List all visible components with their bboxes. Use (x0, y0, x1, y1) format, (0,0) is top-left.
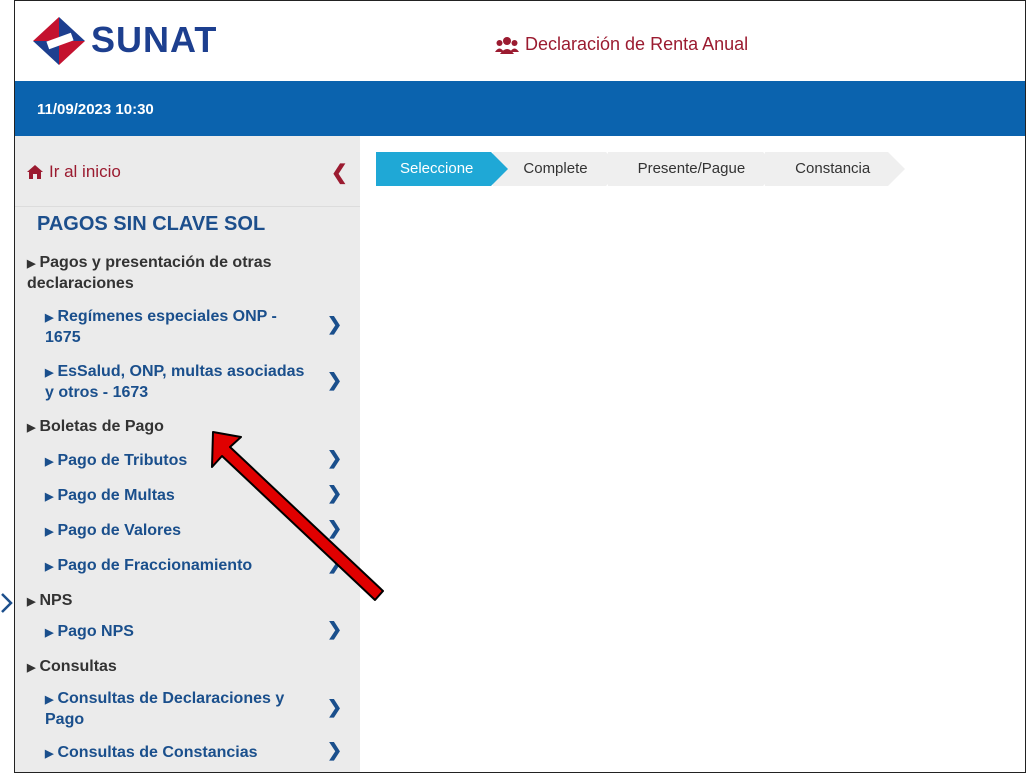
menu-item-pago-multas[interactable]: ▶ Pago de Multas (15, 486, 360, 507)
caret-right-icon: ▶ (45, 491, 54, 503)
menu-item-label: Pagos y presentación de otras declaracio… (27, 254, 272, 292)
home-link[interactable]: Ir al inicio (27, 162, 121, 182)
menu-item-label: Pago de Valores (57, 522, 182, 539)
menu-item-pago-tributos[interactable]: ▶ Pago de Tributos (15, 451, 360, 472)
menu-item-label: NPS (39, 592, 73, 609)
caret-right-icon: ▶ (45, 312, 54, 324)
logo-diamond-icon (33, 17, 85, 65)
menu-item-consultas-constancias[interactable]: ▶ Consultas de Constancias (15, 743, 360, 764)
app-title-text: Declaración de Renta Anual (525, 34, 749, 54)
menu-item-pago-nps[interactable]: ▶ Pago NPS (15, 622, 360, 643)
step-complete[interactable]: Complete (493, 152, 623, 186)
menu-item-pagos-presentacion[interactable]: ▶ Pagos y presentación de otras declaraci… (15, 253, 360, 293)
caret-right-icon: ▶ (27, 258, 36, 270)
caret-right-icon: ▶ (45, 627, 54, 639)
menu-item-label: Pago de Fraccionamiento (57, 557, 253, 574)
chevron-right-icon[interactable]: ❯ (327, 518, 342, 539)
step-seleccione[interactable]: Seleccione (376, 152, 509, 186)
chevron-right-icon[interactable]: ❯ (327, 370, 342, 391)
chevron-right-icon (1, 593, 13, 613)
caret-right-icon: ▶ (27, 596, 36, 608)
datetime: 11/09/2023 10:30 (37, 101, 154, 118)
caret-right-icon: ▶ (45, 456, 54, 468)
header: SUNAT Declaración de Renta Anual (15, 1, 1025, 81)
home-row: Ir al inicio ❮ (15, 136, 360, 207)
menu-item-pago-valores[interactable]: ▶ Pago de Valores (15, 521, 360, 542)
chevron-right-icon[interactable]: ❯ (327, 740, 342, 761)
app-title: Declaración de Renta Anual (495, 34, 748, 55)
collapse-sidebar-button[interactable]: ❮ (331, 160, 348, 185)
menu-item-pago-fraccionamiento[interactable]: ▶ Pago de Fraccionamiento (15, 556, 360, 577)
step-presente-pague[interactable]: Presente/Pague (607, 152, 780, 186)
users-icon (495, 36, 519, 54)
menu-item-label: Pago de Tributos (57, 452, 188, 469)
menu-item-label: EsSalud, ONP, multas asociadas y otros -… (45, 363, 305, 401)
caret-right-icon: ▶ (45, 748, 54, 760)
menu-item-label: Regímenes especiales ONP - 1675 (45, 308, 277, 346)
app-window: SUNAT Declaración de Renta Anual 11/09/2… (14, 0, 1026, 773)
menu-item-label: Pago NPS (57, 623, 134, 640)
menu-item-label: Boletas de Pago (39, 418, 164, 435)
caret-right-icon: ▶ (45, 694, 54, 706)
status-bar: 11/09/2023 10:30 (15, 81, 1025, 136)
caret-right-icon: ▶ (27, 662, 36, 674)
menu-item-consultas[interactable]: ▶ Consultas (15, 657, 360, 678)
caret-right-icon: ▶ (45, 526, 54, 538)
sidebar: Ir al inicio ❮ PAGOS SIN CLAVE SOL ▶ Pago… (15, 136, 361, 772)
caret-right-icon: ▶ (27, 422, 36, 434)
chevron-right-icon[interactable]: ❯ (327, 483, 342, 504)
menu-item-boletas[interactable]: ▶ Boletas de Pago (15, 417, 360, 438)
menu-item-regimenes-onp[interactable]: ▶ Regímenes especiales ONP - 1675 (15, 307, 315, 347)
step-constancia[interactable]: Constancia (765, 152, 906, 186)
menu-item-label: Consultas (39, 658, 117, 675)
menu-item-label: Pago de Multas (57, 487, 175, 504)
caret-right-icon: ▶ (45, 561, 54, 573)
home-icon (27, 165, 43, 179)
menu-item-nps[interactable]: ▶ NPS (15, 591, 360, 612)
home-label: Ir al inicio (49, 162, 121, 181)
chevron-right-icon[interactable]: ❯ (327, 697, 342, 718)
wizard-steps: Seleccione Complete Presente/Pague Const… (376, 152, 906, 186)
section-title: PAGOS SIN CLAVE SOL (37, 213, 266, 235)
chevron-right-icon[interactable]: ❯ (327, 448, 342, 469)
chevron-right-icon[interactable]: ❯ (327, 553, 342, 574)
menu-item-label: Consultas de Constancias (57, 744, 258, 761)
menu-item-essalud[interactable]: ▶ EsSalud, ONP, multas asociadas y otros … (15, 362, 315, 402)
main-content: Seleccione Complete Presente/Pague Const… (360, 136, 1025, 772)
caret-right-icon: ▶ (45, 367, 54, 379)
logo-text: SUNAT (91, 19, 218, 60)
chevron-right-icon[interactable]: ❯ (327, 619, 342, 640)
chevron-right-icon[interactable]: ❯ (327, 314, 342, 335)
menu-item-consultas-declaraciones[interactable]: ▶ Consultas de Declaraciones y Pago (15, 689, 315, 729)
sunat-logo[interactable]: SUNAT (31, 15, 251, 67)
menu-item-label: Consultas de Declaraciones y Pago (45, 690, 285, 728)
